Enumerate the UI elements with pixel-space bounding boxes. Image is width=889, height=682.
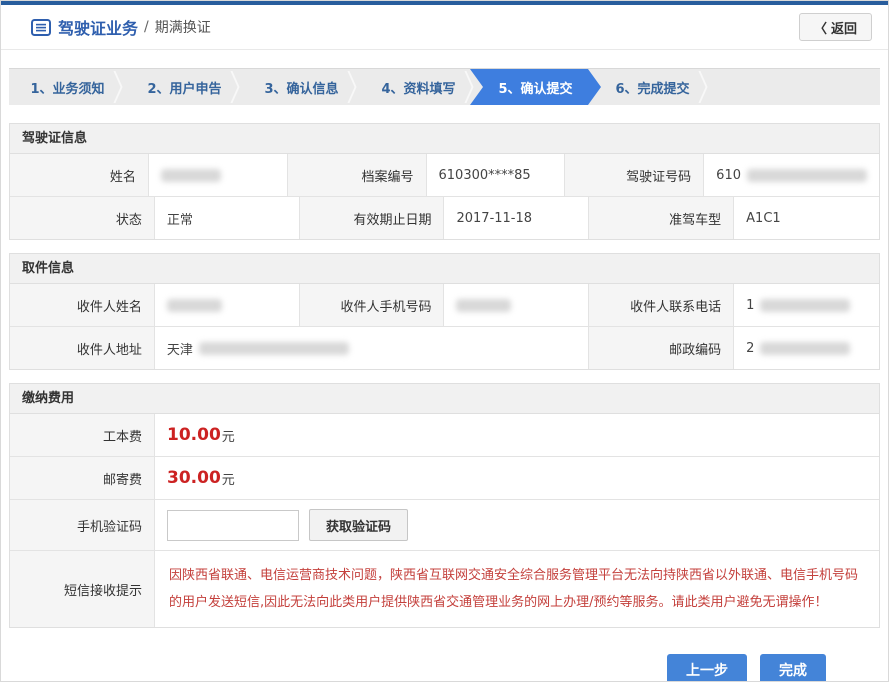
production-fee-amount: 10.00	[167, 425, 221, 445]
postal-code-value: 2	[734, 327, 879, 369]
step-5-confirm-submit-active[interactable]: 5、确认提交	[470, 69, 601, 105]
pickup-info-section: 取件信息 收件人姓名 收件人手机号码 收件人联系电话 1 收件人地址 天津 邮政…	[9, 253, 880, 370]
recipient-address-value: 天津	[155, 327, 590, 369]
step-6-complete-submit[interactable]: 6、完成提交	[594, 69, 711, 105]
postal-code-label: 邮政编码	[589, 327, 734, 369]
step-1-business-notice[interactable]: 1、业务须知	[9, 69, 126, 105]
postage-fee-unit: 元	[222, 469, 235, 488]
redacted-postal-code	[760, 342, 850, 355]
redacted-recipient-phone	[760, 299, 850, 312]
breadcrumb-current: 期满换证	[155, 17, 211, 37]
table-row: 手机验证码 获取验证码	[10, 499, 879, 550]
status-value: 正常	[155, 197, 300, 239]
status-label: 状态	[10, 197, 155, 239]
sms-notice-label: 短信接收提示	[10, 551, 155, 627]
expiry-date-label: 有效期止日期	[300, 197, 445, 239]
postage-fee-amount: 30.00	[167, 468, 221, 488]
sms-notice-text: 因陕西省联通、电信运营商技术问题，陕西省互联网交通安全综合服务管理平台无法向持陕…	[155, 551, 879, 627]
recipient-mobile-value	[444, 284, 589, 326]
expiry-date-value: 2017-11-18	[444, 197, 589, 239]
license-number-prefix: 610	[716, 168, 741, 183]
breadcrumb-separator: /	[144, 19, 149, 35]
redacted-recipient-address	[199, 342, 349, 355]
sms-code-input[interactable]	[167, 510, 299, 541]
step-2-user-declaration[interactable]: 2、用户申告	[126, 69, 243, 105]
production-fee-value: 10.00元	[155, 414, 879, 456]
table-row: 状态 正常 有效期止日期 2017-11-18 准驾车型 A1C1	[10, 196, 879, 239]
previous-step-button[interactable]: 上一步	[667, 654, 747, 682]
postage-fee-label: 邮寄费	[10, 457, 155, 499]
step-4-fill-data[interactable]: 4、资料填写	[360, 69, 477, 105]
fees-title: 缴纳费用	[10, 384, 879, 414]
step-nav-filler	[711, 69, 880, 105]
redacted-name	[161, 169, 221, 182]
sms-code-field-cell: 获取验证码	[155, 500, 879, 550]
step-nav: 1、业务须知 2、用户申告 3、确认信息 4、资料填写 5、确认提交 6、完成提…	[9, 68, 880, 105]
license-number-label: 驾驶证号码	[565, 154, 704, 196]
license-number-value: 610	[704, 154, 879, 196]
table-row: 邮寄费 30.00元	[10, 456, 879, 499]
redacted-license-number	[747, 169, 867, 182]
vehicle-class-value: A1C1	[734, 197, 879, 239]
fees-section: 缴纳费用 工本费 10.00元 邮寄费 30.00元 手机验证码 获取验证码 短…	[9, 383, 880, 628]
pickup-info-title: 取件信息	[10, 254, 879, 284]
back-chevron-icon: 〈	[814, 22, 827, 37]
postal-code-prefix: 2	[746, 341, 754, 356]
recipient-address-label: 收件人地址	[10, 327, 155, 369]
name-value	[149, 154, 288, 196]
redacted-recipient-mobile	[456, 299, 511, 312]
sms-code-label: 手机验证码	[10, 500, 155, 550]
redacted-recipient-name	[167, 299, 222, 312]
recipient-address-prefix: 天津	[167, 339, 193, 358]
table-row: 收件人地址 天津 邮政编码 2	[10, 326, 879, 369]
finish-button[interactable]: 完成	[760, 654, 826, 682]
license-info-title: 驾驶证信息	[10, 124, 879, 154]
back-button[interactable]: 〈返回	[799, 13, 872, 41]
recipient-phone-prefix: 1	[746, 298, 754, 313]
file-number-label: 档案编号	[288, 154, 427, 196]
table-row: 姓名 档案编号 610300****85 驾驶证号码 610	[10, 154, 879, 196]
step-3-confirm-info[interactable]: 3、确认信息	[243, 69, 360, 105]
production-fee-label: 工本费	[10, 414, 155, 456]
recipient-name-value	[155, 284, 300, 326]
table-row: 工本费 10.00元	[10, 414, 879, 456]
back-button-label: 返回	[831, 22, 857, 37]
license-info-section: 驾驶证信息 姓名 档案编号 610300****85 驾驶证号码 610 状态 …	[9, 123, 880, 240]
production-fee-unit: 元	[222, 426, 235, 445]
vehicle-class-label: 准驾车型	[589, 197, 734, 239]
recipient-name-label: 收件人姓名	[10, 284, 155, 326]
postage-fee-value: 30.00元	[155, 457, 879, 499]
recipient-mobile-label: 收件人手机号码	[300, 284, 445, 326]
footer-actions: 上一步 完成	[1, 654, 888, 682]
page-title: 驾驶证业务	[58, 15, 138, 39]
table-row: 收件人姓名 收件人手机号码 收件人联系电话 1	[10, 284, 879, 326]
table-row: 短信接收提示 因陕西省联通、电信运营商技术问题，陕西省互联网交通安全综合服务管理…	[10, 550, 879, 627]
file-number-value: 610300****85	[427, 154, 566, 196]
name-label: 姓名	[10, 154, 149, 196]
page: 驾驶证业务 / 期满换证 〈返回 1、业务须知 2、用户申告 3、确认信息 4、…	[0, 0, 889, 682]
recipient-phone-value: 1	[734, 284, 879, 326]
recipient-phone-label: 收件人联系电话	[589, 284, 734, 326]
header: 驾驶证业务 / 期满换证 〈返回	[1, 5, 888, 50]
license-service-icon	[31, 19, 51, 36]
get-code-button[interactable]: 获取验证码	[309, 509, 408, 541]
